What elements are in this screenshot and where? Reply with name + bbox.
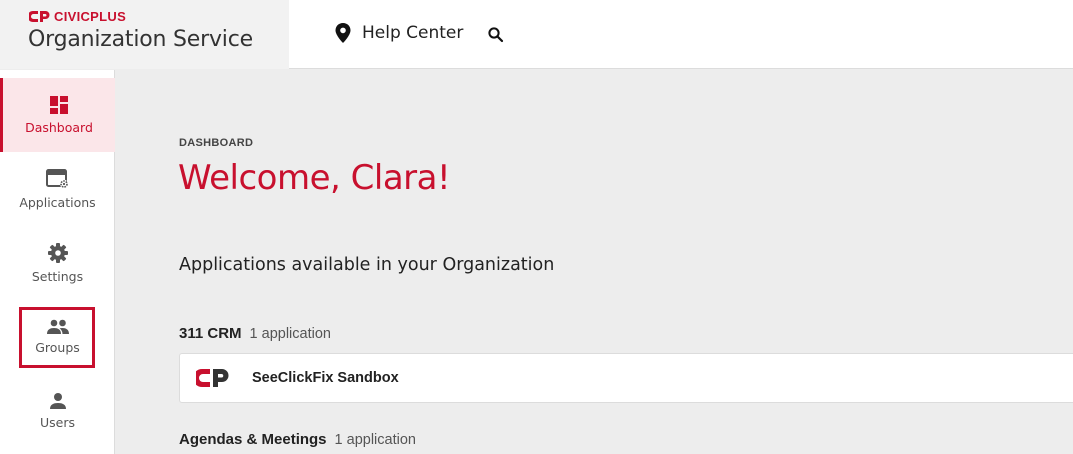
top-header: CIVICPLUS Organization Service Help Cent… bbox=[0, 0, 1073, 69]
help-center-label: Help Center bbox=[362, 23, 464, 43]
user-icon bbox=[49, 393, 66, 409]
search-button[interactable] bbox=[487, 26, 507, 46]
section-title: Applications available in your Organizat… bbox=[179, 255, 555, 275]
civicplus-app-logo-icon bbox=[196, 369, 229, 387]
logo-text: CIVICPLUS bbox=[54, 9, 127, 24]
main-content: DASHBOARD Welcome, Clara! Applications a… bbox=[116, 70, 1073, 454]
category-name: 311 CRM bbox=[179, 325, 242, 342]
location-pin-icon bbox=[335, 23, 351, 43]
sidebar-item-label: Dashboard bbox=[25, 120, 93, 135]
sidebar-item-label: Applications bbox=[19, 195, 96, 210]
civicplus-logo-icon bbox=[29, 11, 50, 22]
sidebar-item-dashboard[interactable]: Dashboard bbox=[0, 78, 115, 152]
category-header: 311 CRM 1 application bbox=[179, 325, 331, 342]
category-count: 1 application bbox=[249, 326, 331, 342]
brand-panel: CIVICPLUS Organization Service bbox=[0, 0, 289, 69]
sidebar-item-applications[interactable]: Applications bbox=[0, 152, 115, 226]
dashboard-icon bbox=[50, 96, 68, 114]
applications-icon bbox=[45, 169, 68, 189]
gear-icon bbox=[47, 243, 68, 263]
sidebar-item-label: Groups bbox=[35, 340, 80, 355]
category-header: Agendas & Meetings 1 application bbox=[179, 431, 416, 448]
groups-icon bbox=[46, 319, 69, 334]
sidebar-item-users[interactable]: Users bbox=[0, 374, 115, 448]
sidebar-item-groups[interactable]: Groups bbox=[0, 300, 115, 374]
application-card[interactable]: SeeClickFix Sandbox bbox=[179, 353, 1073, 403]
category-name: Agendas & Meetings bbox=[179, 431, 327, 448]
application-name: SeeClickFix Sandbox bbox=[252, 370, 399, 386]
sidebar-item-label: Users bbox=[39, 415, 75, 430]
sidebar-item-label: Settings bbox=[31, 269, 84, 284]
sidebar-nav: Dashboard Applications Settings Groups U… bbox=[0, 70, 115, 454]
help-center-link[interactable]: Help Center bbox=[334, 22, 463, 44]
search-icon bbox=[488, 27, 504, 43]
sidebar-item-settings[interactable]: Settings bbox=[0, 226, 115, 300]
page-title: Welcome, Clara! bbox=[178, 158, 451, 198]
app-title: Organization Service bbox=[28, 27, 253, 52]
civicplus-logo[interactable]: CIVICPLUS bbox=[29, 9, 126, 24]
category-count: 1 application bbox=[334, 432, 416, 448]
breadcrumb: DASHBOARD bbox=[179, 137, 254, 149]
